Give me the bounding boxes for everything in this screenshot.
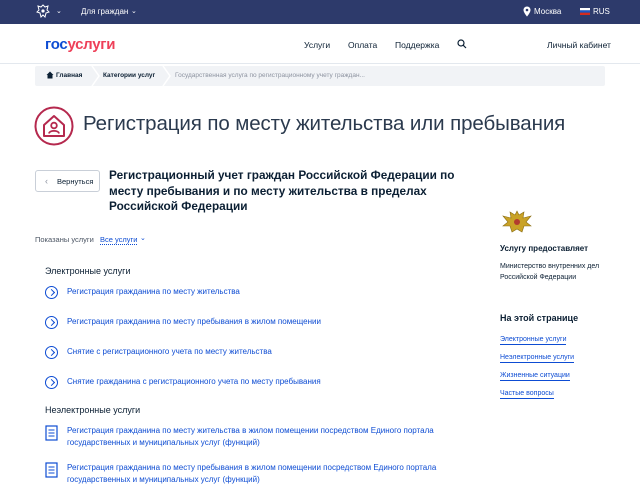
anchor-link-life-situations[interactable]: Жизненные ситуации: [500, 372, 570, 381]
chevron-down-icon[interactable]: ⌄: [131, 7, 137, 15]
logo-part-2: услуги: [67, 36, 116, 53]
search-icon[interactable]: [457, 39, 467, 49]
chevron-circle-icon: [45, 376, 58, 389]
service-link[interactable]: Регистрация гражданина по месту жительст…: [67, 287, 240, 296]
electronic-services-heading: Электронные услуги: [45, 266, 131, 276]
back-button[interactable]: ‹ Вернуться: [35, 170, 100, 192]
on-page-heading: На этой странице: [500, 313, 579, 323]
nav-support[interactable]: Поддержка: [395, 40, 439, 50]
anchor-link-faq[interactable]: Частые вопросы: [500, 390, 554, 399]
breadcrumb-current: Государственная услуга по регистрационно…: [175, 72, 365, 79]
russia-flag-icon: [580, 8, 590, 15]
service-link[interactable]: Регистрация гражданина по месту пребыван…: [67, 462, 447, 485]
nav-payment[interactable]: Оплата: [348, 40, 377, 50]
back-button-label: Вернуться: [57, 177, 94, 186]
breadcrumb: Главная Категории услуг Государственная …: [35, 66, 605, 86]
service-subtitle: Регистрационный учет граждан Российской …: [109, 168, 455, 213]
provider-name: Министерство внутренних дел Российской Ф…: [500, 263, 600, 281]
services-filter-dropdown[interactable]: Все услуги: [100, 235, 138, 245]
service-link[interactable]: Снятие с регистрационного учета по месту…: [67, 347, 272, 356]
breadcrumb-home[interactable]: Главная: [56, 72, 82, 79]
document-icon: [45, 462, 58, 478]
chevron-down-icon[interactable]: ⌄: [56, 7, 62, 15]
russian-emblem-icon[interactable]: [36, 4, 50, 19]
list-item[interactable]: Регистрация гражданина по месту жительст…: [45, 425, 465, 453]
list-item[interactable]: Регистрация гражданина по месту пребыван…: [45, 462, 465, 490]
list-item[interactable]: Снятие гражданина с регистрационного уче…: [45, 376, 465, 392]
house-person-icon: [34, 106, 74, 146]
document-icon: [45, 425, 58, 441]
home-icon: [46, 71, 54, 79]
chevron-circle-icon: [45, 346, 58, 359]
chevron-left-icon: ‹: [45, 176, 48, 186]
language-selector[interactable]: RUS: [593, 7, 610, 16]
provider-heading: Услугу предоставляет: [500, 244, 589, 253]
service-link[interactable]: Снятие гражданина с регистрационного уче…: [67, 377, 321, 386]
chevron-circle-icon: [45, 286, 58, 299]
page-title: Регистрация по месту жительства или преб…: [83, 112, 566, 135]
service-link[interactable]: Регистрация гражданина по месту жительст…: [67, 425, 447, 448]
anchor-link-electronic[interactable]: Электронные услуги: [500, 336, 567, 345]
mvd-emblem-icon: [502, 210, 532, 233]
top-bar: ⌄ Для граждан ⌄ Москва RUS: [0, 0, 640, 24]
gosuslugi-logo[interactable]: госуслуги: [45, 36, 115, 53]
list-item[interactable]: Снятие с регистрационного учета по месту…: [45, 346, 465, 362]
breadcrumb-separator: [162, 66, 171, 86]
list-item[interactable]: Регистрация гражданина по месту жительст…: [45, 286, 465, 302]
filter-label: Показаны услуги: [35, 235, 94, 244]
chevron-down-icon[interactable]: ⌄: [140, 234, 146, 242]
city-selector[interactable]: Москва: [534, 7, 561, 16]
personal-cabinet-link[interactable]: Личный кабинет: [547, 40, 611, 50]
service-link[interactable]: Регистрация гражданина по месту пребыван…: [67, 317, 321, 326]
nav-services[interactable]: Услуги: [304, 40, 330, 50]
breadcrumb-separator: [91, 66, 100, 86]
location-pin-icon: [523, 6, 531, 17]
anchor-link-non-electronic[interactable]: Неэлектронные услуги: [500, 354, 575, 363]
chevron-circle-icon: [45, 316, 58, 329]
list-item[interactable]: Регистрация гражданина по месту пребыван…: [45, 316, 465, 332]
non-electronic-services-heading: Неэлектронные услуги: [45, 405, 141, 415]
main-header: госуслуги Услуги Оплата Поддержка Личный…: [0, 24, 640, 64]
logo-part-1: гос: [45, 36, 68, 53]
audience-selector[interactable]: Для граждан: [81, 7, 128, 16]
breadcrumb-categories[interactable]: Категории услуг: [103, 72, 155, 79]
